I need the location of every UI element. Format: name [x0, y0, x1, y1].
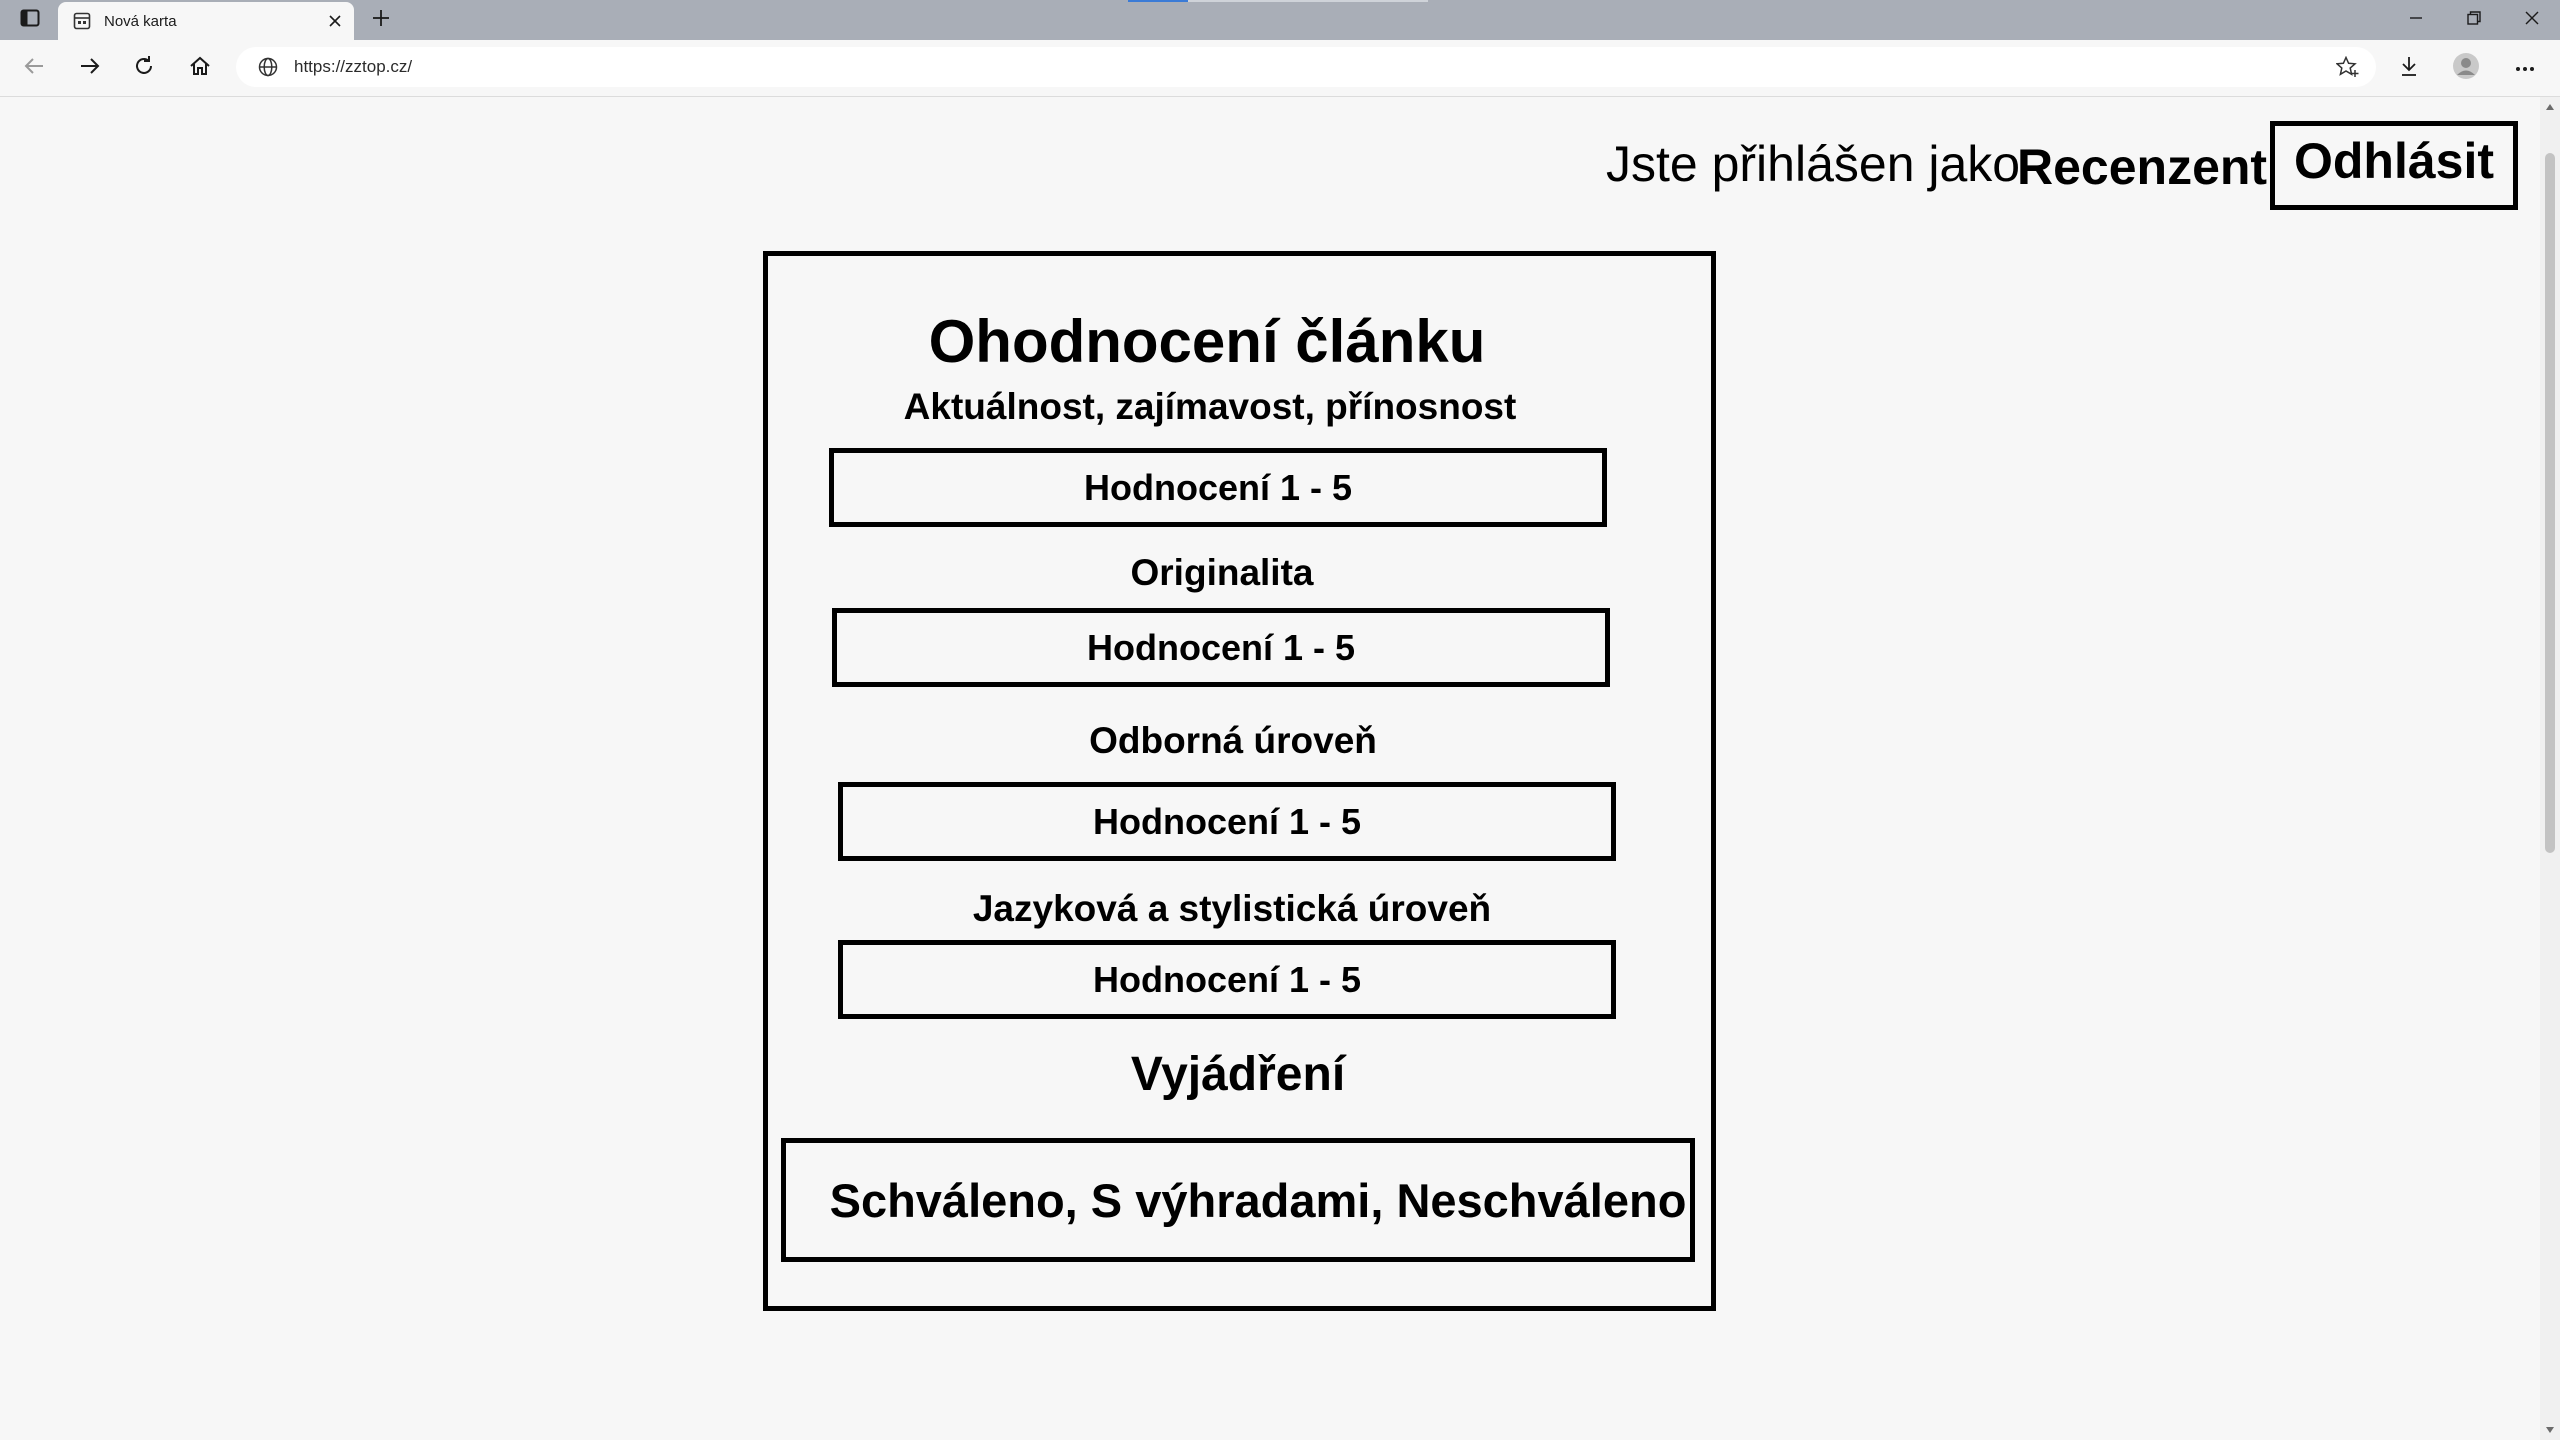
profile-button[interactable]: [2448, 50, 2484, 86]
close-window-button[interactable]: [2504, 0, 2560, 40]
plus-icon: [371, 8, 391, 33]
vertical-scrollbar[interactable]: [2540, 97, 2560, 1440]
logged-in-text: Jste přihlášen jako: [1606, 136, 2021, 192]
back-button[interactable]: [16, 50, 52, 86]
browser-tab[interactable]: Nová karta: [58, 2, 354, 40]
back-arrow-icon: [23, 56, 45, 81]
tab-actions-icon: [20, 9, 40, 32]
logout-button[interactable]: Odhlásit: [2270, 121, 2518, 210]
url-text[interactable]: https://zztop.cz/: [294, 57, 2330, 77]
scroll-down-icon[interactable]: [2540, 1420, 2560, 1440]
browser-toolbar: https://zztop.cz/: [0, 40, 2560, 97]
minimize-button[interactable]: [2388, 0, 2444, 40]
forward-button[interactable]: [72, 50, 108, 86]
new-tab-page-icon: [72, 11, 92, 31]
user-role: Recenzent: [2017, 139, 2268, 195]
load-progress-fill: [1128, 0, 1188, 2]
downloads-button[interactable]: [2391, 50, 2427, 86]
download-icon: [2399, 55, 2419, 82]
more-options-icon: [2515, 59, 2535, 77]
rating-input-originality[interactable]: Hodnocení 1 - 5: [832, 608, 1610, 687]
new-tab-button[interactable]: [366, 5, 396, 35]
close-tab-icon[interactable]: [320, 6, 350, 36]
rating-input-language[interactable]: Hodnocení 1 - 5: [838, 940, 1616, 1019]
reload-button[interactable]: [126, 50, 162, 86]
restore-button[interactable]: [2446, 0, 2502, 40]
scrollbar-thumb[interactable]: [2545, 153, 2555, 853]
address-bar[interactable]: https://zztop.cz/: [236, 47, 2376, 87]
close-icon: [2525, 11, 2539, 30]
rating-input-relevance[interactable]: Hodnocení 1 - 5: [829, 448, 1607, 527]
criterion-label-language: Jazyková a stylistická úroveň: [972, 888, 1492, 929]
home-button[interactable]: [182, 50, 218, 86]
criterion-label-relevance: Aktuálnost, zajímavost, přínosnost: [903, 386, 1517, 427]
verdict-heading: Vyjádření: [1130, 1048, 1346, 1101]
globe-icon: [256, 55, 280, 79]
verdict-select[interactable]: Schváleno, S výhradami, Neschváleno: [781, 1138, 1695, 1262]
minimize-icon: [2409, 11, 2423, 30]
avatar-icon: [2452, 52, 2480, 85]
criterion-label-originality: Originalita: [1130, 552, 1314, 593]
page-title: Ohodnocení článku: [928, 308, 1486, 375]
home-icon: [189, 55, 211, 82]
load-progress-bar: [1128, 0, 1428, 2]
tab-actions-button[interactable]: [10, 6, 50, 34]
scroll-up-icon[interactable]: [2540, 97, 2560, 117]
tab-title: Nová karta: [104, 12, 177, 30]
criterion-label-expertise: Odborná úroveň: [1089, 720, 1377, 761]
rating-input-expertise[interactable]: Hodnocení 1 - 5: [838, 782, 1616, 861]
tab-strip: Nová karta: [0, 0, 2560, 40]
add-favorite-icon[interactable]: [2330, 49, 2366, 85]
forward-arrow-icon: [79, 56, 101, 81]
reload-icon: [133, 55, 155, 82]
settings-menu-button[interactable]: [2507, 50, 2543, 86]
restore-icon: [2467, 10, 2481, 30]
